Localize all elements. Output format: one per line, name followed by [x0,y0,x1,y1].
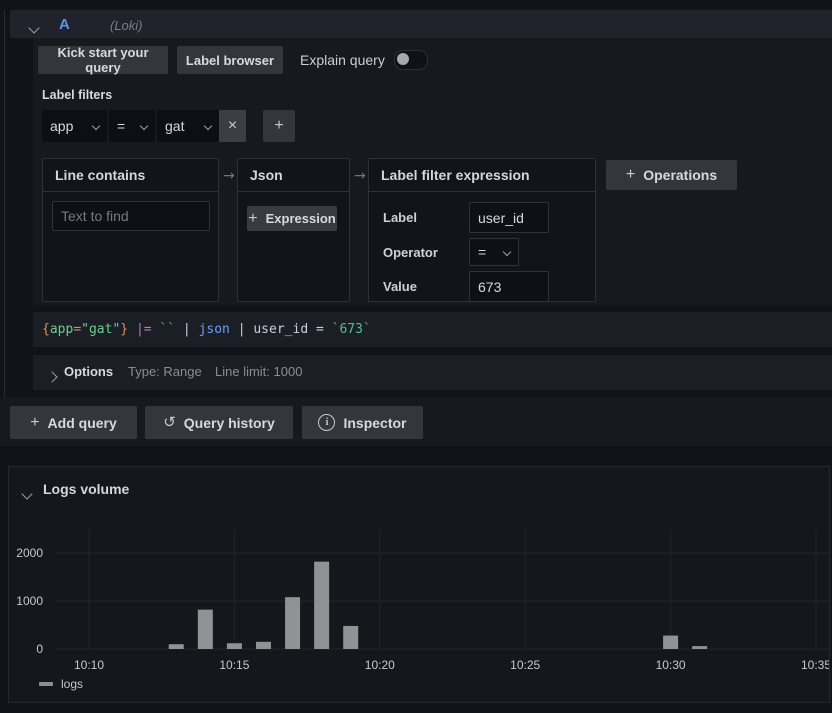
query-actions-row: +Add query ↺Query history iInspector [0,397,832,446]
remove-label-filter-button[interactable]: × [219,110,246,142]
operator-select[interactable]: = [469,238,519,266]
options-label: Options [64,364,113,379]
add-expression-button[interactable]: +Expression [247,206,337,231]
operation-title: Line contains [55,167,145,183]
label-filter-value-select[interactable]: gat [157,110,219,142]
query-history-button[interactable]: ↺Query history [145,406,293,439]
options-row[interactable]: Options Type: Range Line limit: 1000 [33,355,832,390]
svg-text:0: 0 [36,642,43,656]
plus-icon: + [274,118,283,134]
label-filter-label-select[interactable]: app [42,110,107,142]
operation-title: Label filter expression [381,167,530,183]
legend-series-label: logs [61,677,83,691]
pipeline-arrow-icon: → [223,168,235,184]
query-row-indent-guide [4,10,5,398]
operation-header[interactable]: Label filter expression [369,159,595,192]
operator-value: = [478,244,486,260]
explore-page: A (Loki) Kick start your query Label bro… [0,0,832,713]
info-icon: i [318,414,335,431]
operation-header[interactable]: Json [238,159,349,192]
operation-label-filter-expression: Label filter expression Label Operator =… [368,158,596,302]
operations-button[interactable]: +Operations [606,160,737,190]
field-label: Label [383,210,417,225]
add-label-filter-button[interactable]: + [263,110,295,142]
query-editor-body: Kick start your query Label browser Expl… [33,38,832,305]
svg-text:10:30: 10:30 [656,658,686,672]
chevron-down-icon [140,122,148,130]
legend-series-swatch [39,682,53,686]
add-query-button[interactable]: +Add query [10,406,137,439]
operation-title: Json [250,167,283,183]
datasource-name: (Loki) [110,18,143,33]
collapse-query-chevron-icon[interactable] [30,19,38,37]
plus-icon: + [248,211,257,227]
options-line-limit-text: Line limit: 1000 [215,364,302,379]
operation-line-contains: Line contains [42,158,219,302]
kick-start-query-button[interactable]: Kick start your query [38,46,168,74]
explain-query-label: Explain query [300,52,385,68]
line-contains-text-input[interactable] [52,201,210,231]
logs-volume-chart: 0 1000 2000 10:10 10:15 10:20 10:25 10:30 10:35 [9,467,829,702]
history-icon: ↺ [163,415,176,430]
chevron-down-icon [92,122,100,130]
field-label: Operator [383,245,438,260]
label-filter-label-value: app [50,118,73,134]
toggle-knob [397,53,409,65]
close-icon: × [228,118,237,134]
chevron-down-icon [204,122,212,130]
value-field-input[interactable] [469,271,549,302]
svg-text:1000: 1000 [16,594,43,608]
options-type-text: Type: Range [128,364,202,379]
explain-query-toggle[interactable] [394,50,428,70]
svg-text:2000: 2000 [16,546,43,560]
query-ref-id: A [59,16,70,33]
label-field-input[interactable] [469,202,549,233]
logs-volume-panel: Logs volume 01000200010:1010:1510:2010:2… [8,466,830,703]
inspector-button[interactable]: iInspector [302,406,423,439]
label-filter-operator-select[interactable]: = [109,110,155,142]
legend-item-logs[interactable]: logs [39,677,83,691]
chevron-down-icon [503,248,511,256]
operation-json: Json +Expression [237,158,350,302]
svg-text:10:20: 10:20 [365,658,395,672]
query-preview-text: {app="gat"} |= `` | json | user_id = `67… [42,322,371,337]
svg-text:10:15: 10:15 [219,658,249,672]
plus-icon: + [626,167,635,183]
expand-options-chevron-icon[interactable] [48,368,56,386]
label-browser-button[interactable]: Label browser [177,46,283,74]
query-preview[interactable]: {app="gat"} |= `` | json | user_id = `67… [33,312,832,347]
label-filters-heading: Label filters [42,88,112,102]
svg-text:10:35: 10:35 [801,658,829,672]
svg-text:10:10: 10:10 [74,658,104,672]
svg-text:10:25: 10:25 [510,658,540,672]
field-label: Value [383,279,417,294]
plus-icon: + [30,415,39,431]
label-filter-value-value: gat [165,118,184,134]
query-row-header: A (Loki) [10,10,832,38]
operation-header[interactable]: Line contains [43,159,218,192]
label-filter-operator-value: = [117,118,125,134]
pipeline-arrow-icon: → [354,168,366,184]
